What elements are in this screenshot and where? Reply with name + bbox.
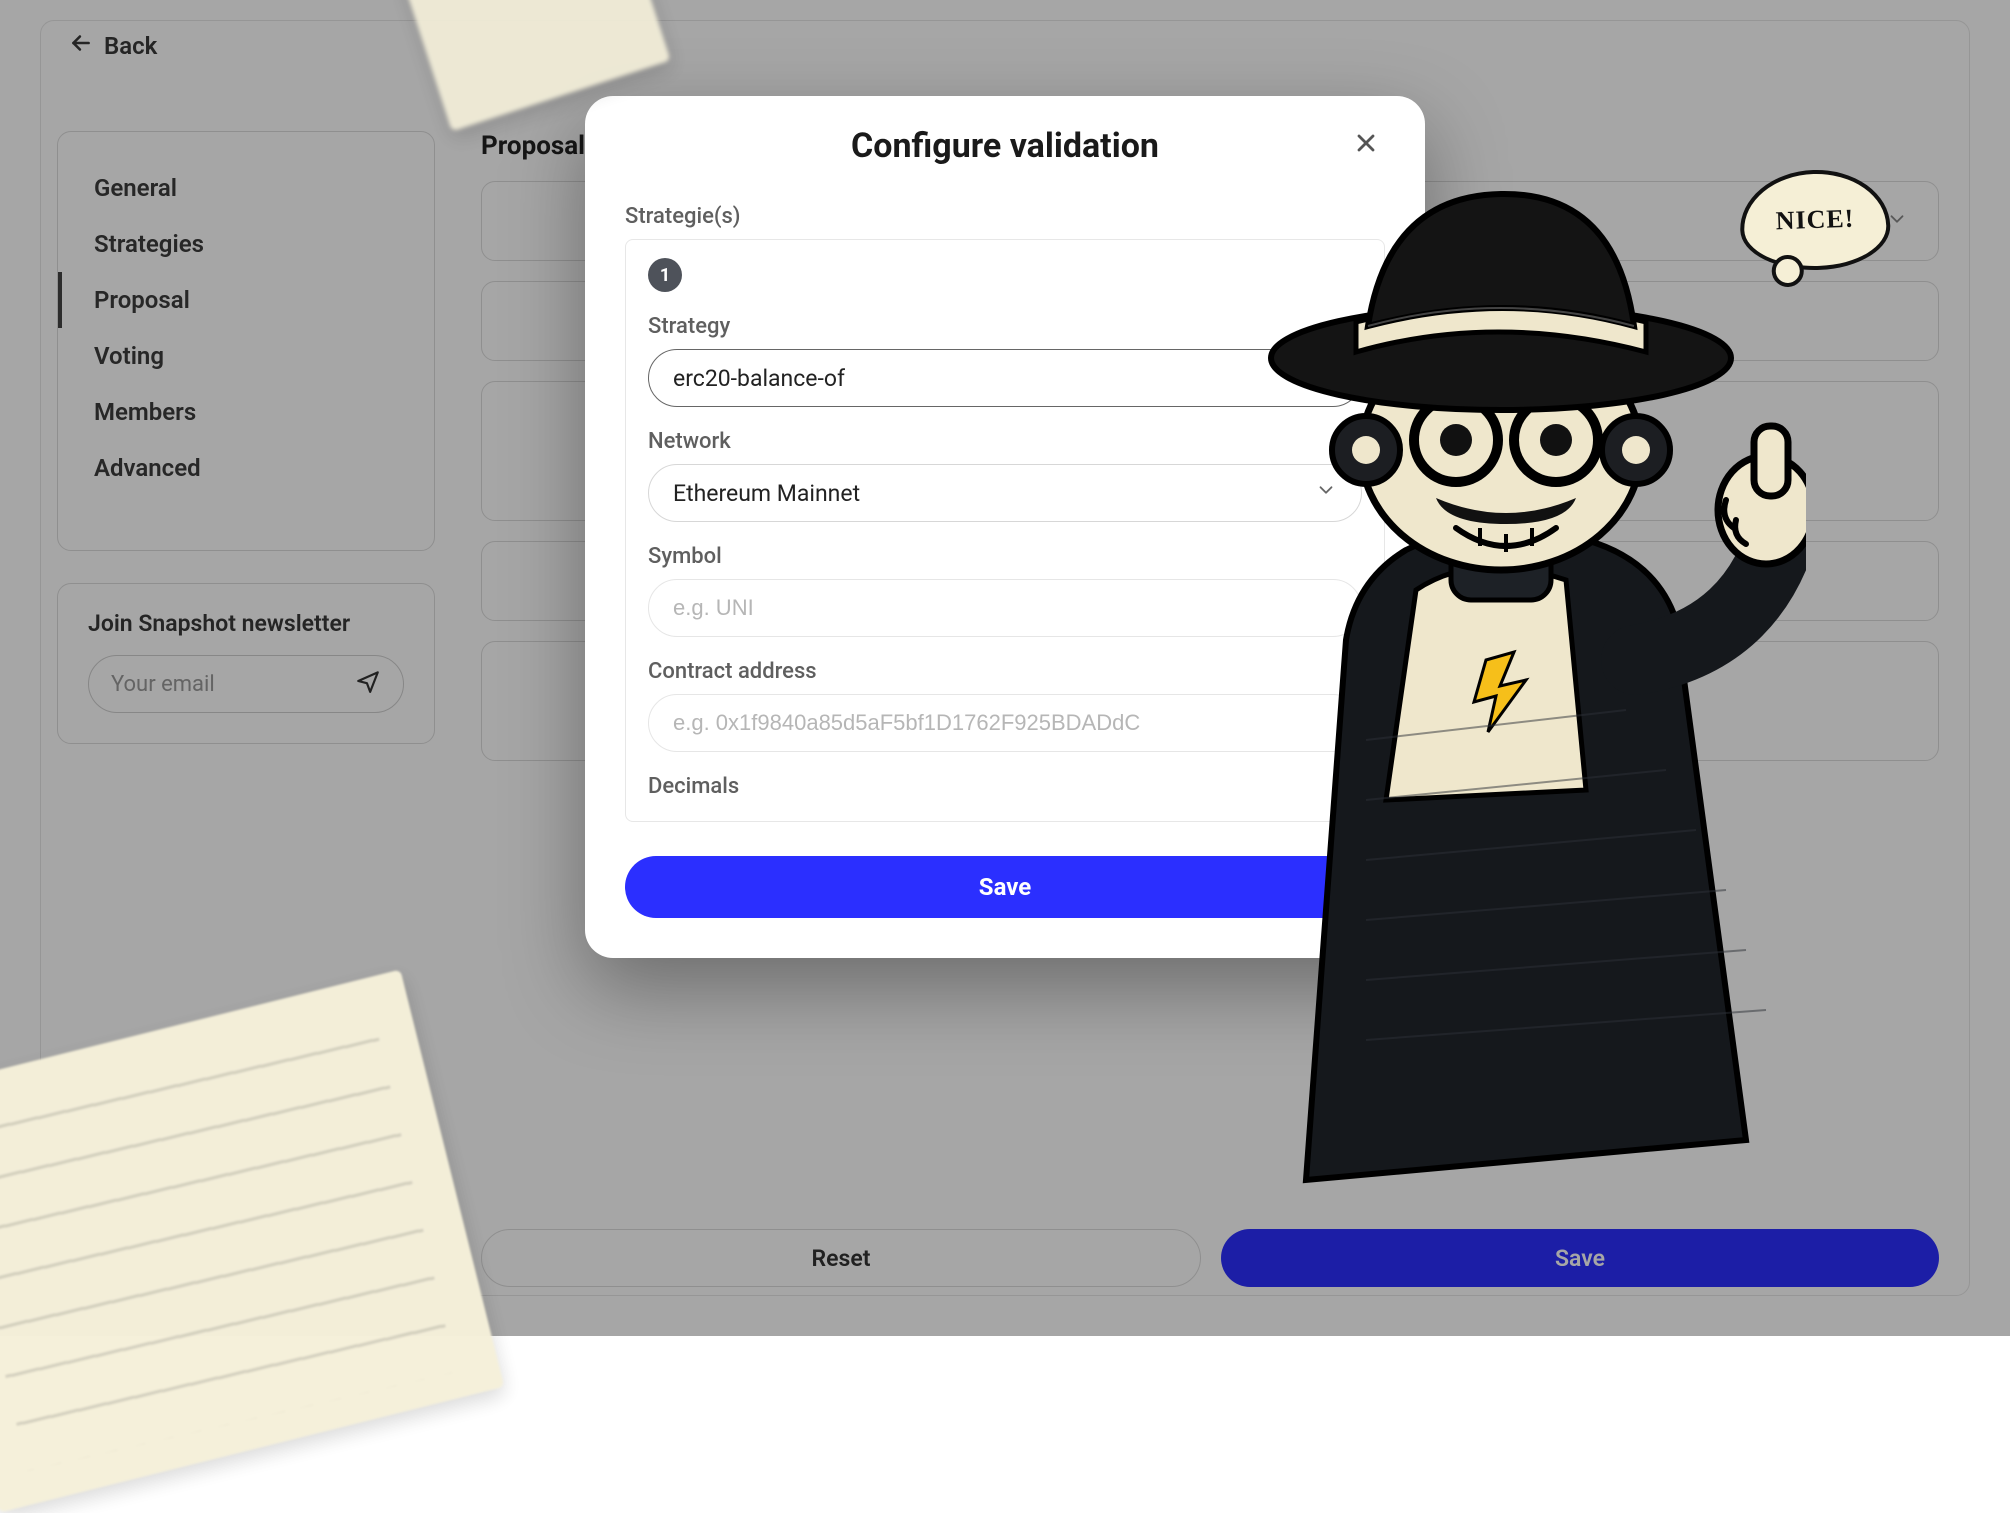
strategy-label: Strategy [648, 314, 1362, 339]
modal-save-button[interactable]: Save [625, 856, 1385, 918]
nav-item-voting[interactable]: Voting [58, 328, 434, 384]
newsletter-card: Join Snapshot newsletter Your email [57, 583, 435, 744]
strategy-value: erc20-balance-of [673, 365, 845, 392]
nav-item-proposal[interactable]: Proposal [58, 272, 434, 328]
close-button[interactable] [1347, 126, 1385, 164]
close-icon [1352, 129, 1380, 161]
strategy-count-badge: 1 [648, 258, 682, 292]
decimals-label: Decimals [648, 774, 1362, 799]
strategy-select[interactable]: erc20-balance-of [648, 349, 1362, 407]
symbol-label: Symbol [648, 544, 1362, 569]
strategies-label: Strategie(s) [625, 204, 1385, 229]
settings-nav: General Strategies Proposal Voting Membe… [57, 131, 435, 551]
newsletter-email-input[interactable]: Your email [88, 655, 404, 713]
modal-title: Configure validation [851, 126, 1159, 166]
configure-validation-modal: Configure validation Strategie(s) 1 Stra… [585, 96, 1425, 958]
network-value: Ethereum Mainnet [673, 480, 860, 507]
symbol-input[interactable] [673, 595, 1337, 621]
nav-item-members[interactable]: Members [58, 384, 434, 440]
newsletter-placeholder: Your email [111, 672, 215, 697]
contract-label: Contract address [648, 659, 1362, 684]
network-select[interactable]: Ethereum Mainnet [648, 464, 1362, 522]
network-label: Network [648, 429, 1362, 454]
contract-address-input[interactable] [673, 710, 1337, 736]
nav-item-general[interactable]: General [58, 160, 434, 216]
nav-item-strategies[interactable]: Strategies [58, 216, 434, 272]
symbol-input-wrap [648, 579, 1362, 637]
contract-input-wrap [648, 694, 1362, 752]
save-button[interactable]: Save [1221, 1229, 1939, 1287]
send-icon[interactable] [355, 668, 381, 700]
reset-button[interactable]: Reset [481, 1229, 1201, 1287]
speech-bubble-text: NICE! [1775, 204, 1855, 237]
chevron-down-icon [1315, 364, 1337, 392]
chevron-down-icon [1315, 479, 1337, 507]
newsletter-title: Join Snapshot newsletter [88, 610, 404, 637]
nav-item-advanced[interactable]: Advanced [58, 440, 434, 496]
strategies-block: 1 Strategy erc20-balance-of Network Ethe… [625, 239, 1385, 822]
